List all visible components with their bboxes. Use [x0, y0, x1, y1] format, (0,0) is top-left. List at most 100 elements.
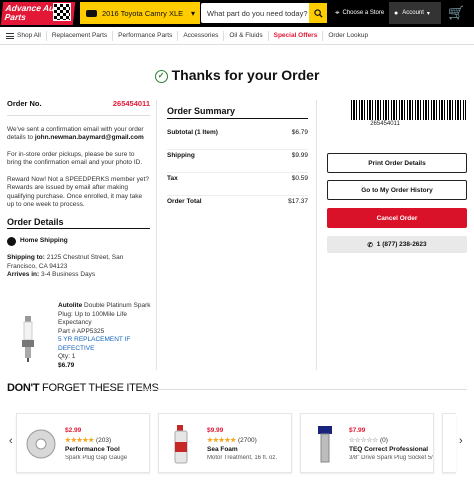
rating: ★★★★★ (203)	[65, 436, 111, 444]
warranty-link[interactable]: 5 YR REPLACEMENT IF DEFECTIVE	[58, 336, 154, 353]
store-label: Choose a Store	[342, 10, 385, 16]
product-name: Performance Tool	[65, 446, 120, 453]
item-price: $6.79	[58, 361, 75, 369]
chevron-down-icon: ▾	[426, 10, 430, 17]
product-price: $2.99	[65, 427, 82, 434]
summary-value: $17.37	[288, 198, 308, 205]
nav-item-replacement-parts[interactable]: Replacement Parts	[47, 30, 114, 41]
star-rating-icons: ☆☆☆☆☆	[349, 437, 379, 444]
vehicle-label: 2016 Toyota Camry XLE	[102, 8, 184, 18]
chevron-down-icon: ▾	[190, 8, 195, 18]
order-details-heading: Order Details	[7, 217, 150, 229]
dont-forget-heading: DON'T FORGET THESE ITEMS	[7, 382, 159, 394]
spark-plug-image	[22, 316, 34, 362]
column-divider	[156, 100, 157, 370]
shop-all-menu[interactable]: Shop All	[0, 30, 47, 41]
arrives-value: 3-4 Business Days	[40, 271, 96, 278]
summary-row: Subtotal (1 Item) $6.79	[167, 127, 308, 150]
summary-row: Tax $0.59	[167, 173, 308, 196]
arrival: Arrives in: 3-4 Business Days	[7, 271, 150, 280]
hamburger-icon	[6, 32, 14, 39]
summary-label: Shipping	[167, 152, 195, 159]
summary-row: Shipping $9.99	[167, 150, 308, 173]
product-name: TEQ Correct Professional	[349, 446, 429, 453]
nav-item-special-offers[interactable]: Special Offers	[269, 30, 324, 41]
account-button[interactable]: ● Account ▾	[389, 2, 441, 24]
product-price: $7.99	[349, 427, 366, 434]
column-divider	[316, 100, 317, 370]
order-actions: 265454011 Print Order Details Go to My O…	[327, 100, 467, 253]
nav-item-order-lookup[interactable]: Order Lookup	[323, 31, 373, 41]
product-description: Motor Treatment, 16 fl. oz.	[207, 455, 278, 461]
gap-gauge-image	[26, 429, 56, 459]
part-number: Part # APP5325	[58, 327, 105, 335]
review-count: (203)	[95, 437, 112, 444]
summary-value: $0.59	[291, 175, 308, 182]
order-summary: Order Summary Subtotal (1 Item) $6.79 Shi…	[167, 106, 308, 219]
barcode-image	[351, 100, 466, 120]
quantity: Qty: 1	[58, 353, 76, 360]
product-brand: Autolite	[58, 302, 83, 309]
rating: ★★★★★ (2700)	[207, 436, 257, 444]
cancel-order-button[interactable]: Cancel Order	[327, 208, 467, 228]
carousel-next-arrow[interactable]: ›	[459, 435, 463, 447]
nav-item-oil-fluids[interactable]: Oil & Fluids	[224, 30, 269, 41]
summary-value: $6.79	[291, 129, 308, 136]
search-button[interactable]	[309, 3, 327, 23]
cancel-label: Cancel Order	[376, 214, 418, 222]
order-history-button[interactable]: Go to My Order History	[327, 180, 467, 200]
product-card-partial[interactable]	[442, 413, 456, 473]
order-number-label: Order No.	[7, 99, 42, 108]
shipping-mode-label: Home Shipping	[20, 237, 68, 245]
nav-item-accessories[interactable]: Accessories	[178, 30, 225, 41]
car-icon	[86, 9, 97, 17]
star-rating-icons: ★★★★★	[207, 437, 237, 444]
account-label: Account	[402, 10, 424, 16]
top-header: Advance Auto Parts 2016 Toyota Camry XLE…	[0, 0, 474, 27]
dont-label: DON'T	[7, 382, 40, 394]
pickup-text: For in-store order pickups, please be su…	[7, 150, 143, 167]
phone-number: 1 (877) 238-2623	[376, 241, 427, 248]
ship-label: Shipping to:	[7, 254, 45, 261]
print-order-button[interactable]: Print Order Details	[327, 153, 467, 173]
product-card[interactable]: $9.99 ★★★★★ (2700) Sea Foam Motor Treatm…	[158, 413, 292, 473]
search-placeholder: What part do you need today?	[207, 8, 308, 18]
arrives-label: Arrives in:	[7, 271, 40, 278]
product-card[interactable]: $2.99 ★★★★★ (203) Performance Tool Spark…	[16, 413, 150, 473]
phone-button[interactable]: ✆ 1 (877) 238-2623	[327, 236, 467, 253]
summary-label: Subtotal (1 Item)	[167, 129, 218, 136]
vehicle-selector[interactable]: 2016 Toyota Camry XLE ▾	[80, 2, 200, 24]
search-input[interactable]: What part do you need today?	[201, 3, 327, 23]
shipping-address: Shipping to: 2125 Chestnut Street, San F…	[7, 254, 150, 271]
shop-all-label: Shop All	[17, 31, 41, 39]
checkered-flag-icon	[53, 3, 71, 21]
sea-foam-can-image	[174, 425, 188, 464]
rating: ☆☆☆☆☆ (0)	[349, 436, 388, 444]
nav-item-performance-parts[interactable]: Performance Parts	[113, 30, 179, 41]
star-rating-icons: ★★★★★	[65, 437, 95, 444]
order-number-row: Order No. 265454011	[7, 99, 150, 116]
product-description: 3/8" Drive Spark Plug Socket 5/...	[349, 455, 433, 461]
order-info: Order No. 265454011 We've sent a confirma…	[7, 99, 150, 288]
shipping-mode: Home Shipping	[7, 237, 150, 246]
forget-label: FORGET THESE ITEMS	[42, 382, 159, 394]
carousel-prev-arrow[interactable]: ‹	[9, 435, 13, 447]
barcode-number: 265454011	[370, 121, 400, 127]
product-description: Spark Plug Gap Gauge	[65, 455, 128, 461]
order-history-label: Go to My Order History	[361, 186, 433, 194]
main-nav: Shop All Replacement Parts Performance P…	[0, 27, 474, 45]
check-circle-icon: ✓	[154, 70, 168, 83]
summary-label: Order Total	[167, 198, 202, 205]
confirmation-text: We've sent a confirmation email with you…	[7, 126, 150, 143]
product-card[interactable]: $7.99 ☆☆☆☆☆ (0) TEQ Correct Professional…	[300, 413, 434, 473]
thanks-text: Thanks for your Order	[171, 67, 320, 83]
cart-icon[interactable]: 🛒	[448, 5, 468, 21]
page-title: ✓ Thanks for your Order	[0, 67, 474, 83]
product-name: Sea Foam	[207, 446, 238, 453]
product-price: $9.99	[207, 427, 224, 434]
user-icon: ●	[394, 9, 399, 17]
heading-divider	[142, 389, 467, 390]
location-pin-icon: ⌖	[335, 8, 340, 17]
search-icon	[313, 8, 323, 18]
choose-store-button[interactable]: ⌖ Choose a Store	[335, 2, 385, 24]
